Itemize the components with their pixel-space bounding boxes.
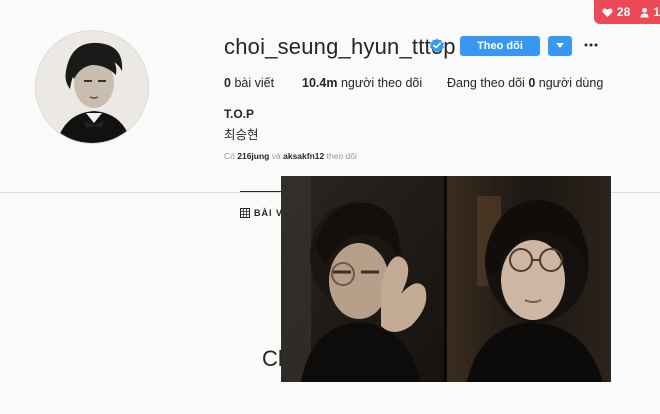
follows-count: 1 (653, 5, 660, 19)
person-icon (640, 7, 649, 17)
following-stat[interactable]: Đang theo dõi 0 người dùng (447, 76, 603, 90)
following-prefix: Đang theo dõi (447, 76, 525, 90)
profile-bio: 최승현 (224, 128, 259, 142)
profile-avatar[interactable] (35, 30, 149, 144)
grid-icon (240, 208, 250, 218)
verified-badge-icon (429, 38, 445, 54)
followed-by-prefix: Có (224, 151, 235, 161)
profile-username: choi_seung_hyun_tttop (224, 34, 456, 59)
more-options-button[interactable] (582, 36, 600, 54)
posts-label: bài viết (234, 76, 275, 90)
photo-collage-image (281, 176, 611, 382)
followers-count: 10.4m (302, 76, 338, 90)
avatar-portrait-image (36, 31, 148, 143)
followed-by-suffix: theo dõi (326, 151, 357, 161)
followers-stat[interactable]: 10.4m người theo dõi (302, 76, 422, 90)
follow-button[interactable]: Theo dõi (460, 36, 540, 56)
followed-by-user-link[interactable]: 216jung (237, 151, 269, 161)
likes-count: 28 (616, 5, 631, 19)
chevron-down-icon (556, 43, 564, 48)
following-label: người dùng (538, 76, 604, 90)
profile-full-name: T.O.P (224, 107, 255, 121)
posts-stat: 0 bài viết (224, 76, 274, 90)
followed-by-and: và (271, 151, 281, 161)
more-horizontal-icon (584, 43, 598, 47)
active-tab-indicator (240, 191, 284, 192)
suggestions-dropdown-button[interactable] (548, 36, 572, 56)
posts-count: 0 (224, 76, 231, 90)
heart-icon (602, 7, 613, 17)
followed-by-user-link[interactable]: aksakfn12 (283, 151, 324, 161)
activity-notification-badge[interactable]: 28 1 (594, 0, 660, 24)
followed-by-text: Có 216jung và aksakfn12 theo dõi (224, 151, 357, 161)
followers-label: người theo dõi (340, 76, 423, 90)
overlay-photo-collage (281, 176, 611, 382)
tab-posts[interactable]: BÀI VI (240, 208, 287, 218)
following-count: 0 (528, 76, 536, 90)
